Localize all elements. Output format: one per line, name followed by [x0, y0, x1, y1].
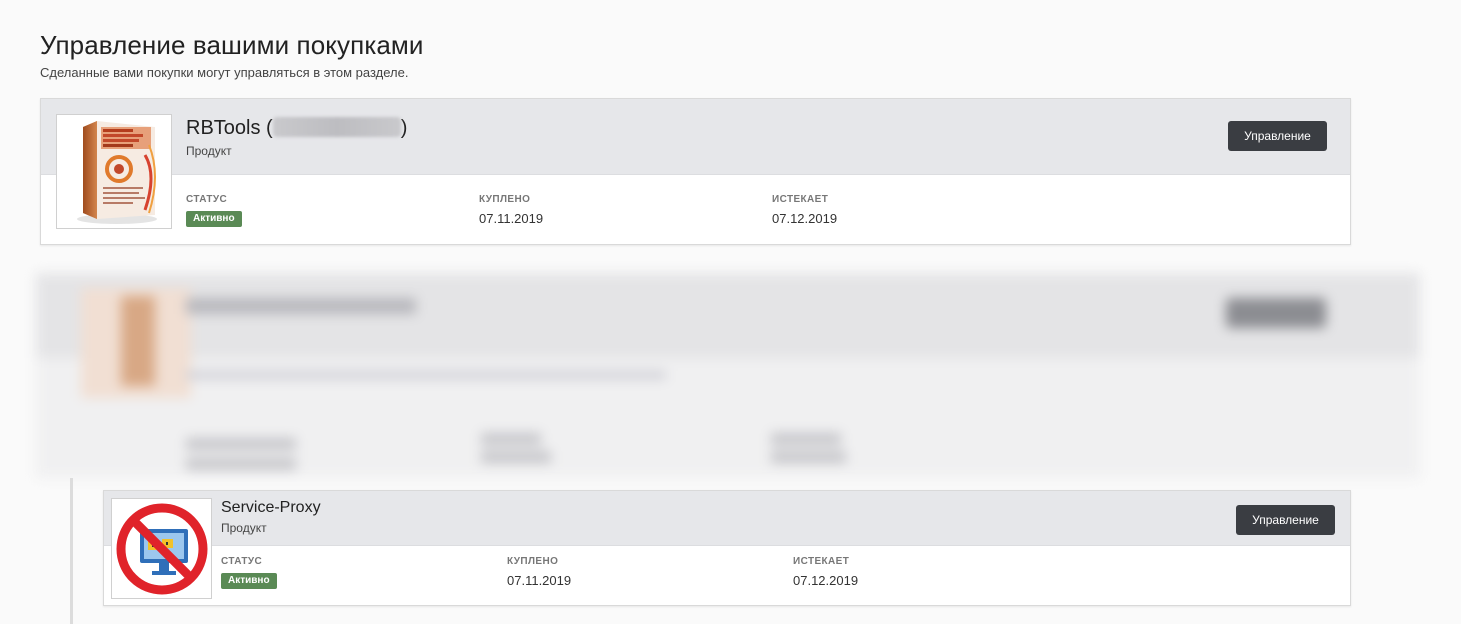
- blurred-meta: [771, 433, 841, 445]
- expires-date: 07.12.2019: [772, 211, 838, 226]
- product-name: RBTools (): [186, 117, 407, 140]
- purchase-card-service-proxy: Service-Proxy Продукт Управление СТАТУС …: [103, 490, 1351, 606]
- status-label: СТАТУС: [221, 556, 263, 567]
- blurred-meta: [186, 458, 296, 470]
- software-box-icon: [56, 114, 172, 229]
- blurred-meta: [186, 438, 296, 450]
- product-name-suffix: ): [400, 117, 408, 139]
- blurred-meta: [771, 451, 846, 463]
- blurred-line: [186, 371, 666, 379]
- bought-date: 07.11.2019: [507, 573, 572, 588]
- nested-indent-rule: [70, 478, 73, 624]
- redacted-block: [272, 117, 401, 137]
- status-badge: Активно: [221, 573, 277, 589]
- manage-button[interactable]: Управление: [1236, 505, 1335, 535]
- blurred-purchase-card: [36, 273, 1420, 478]
- blurred-title: [186, 298, 416, 314]
- bought-label: КУПЛЕНО: [479, 194, 531, 205]
- manage-button[interactable]: Управление: [1228, 121, 1327, 151]
- status-badge: Активно: [186, 211, 242, 227]
- page-title: Управление вашими покупками: [40, 30, 424, 60]
- bought-date: 07.11.2019: [479, 211, 544, 226]
- expires-date: 07.12.2019: [793, 573, 859, 588]
- blurred-thumbnail: [81, 288, 191, 398]
- product-name: Service-Proxy: [221, 499, 321, 516]
- product-name-text: RBTools (: [186, 117, 273, 139]
- expires-label: ИСТЕКАЕТ: [772, 194, 829, 205]
- product-type: Продукт: [221, 521, 267, 535]
- blurred-meta: [481, 451, 551, 463]
- blurred-button: [1226, 298, 1326, 328]
- expires-label: ИСТЕКАЕТ: [793, 556, 850, 567]
- status-label: СТАТУС: [186, 194, 228, 205]
- page-subtitle: Сделанные вами покупки могут управляться…: [40, 65, 409, 80]
- blurred-meta: [481, 433, 541, 445]
- blurred-header: [36, 273, 1420, 358]
- blocked-monitor-icon: [111, 498, 212, 599]
- bought-label: КУПЛЕНО: [507, 556, 559, 567]
- product-type: Продукт: [186, 144, 232, 158]
- purchase-card-rbtools: RBTools () Продукт Управление СТАТУС Акт…: [40, 98, 1351, 245]
